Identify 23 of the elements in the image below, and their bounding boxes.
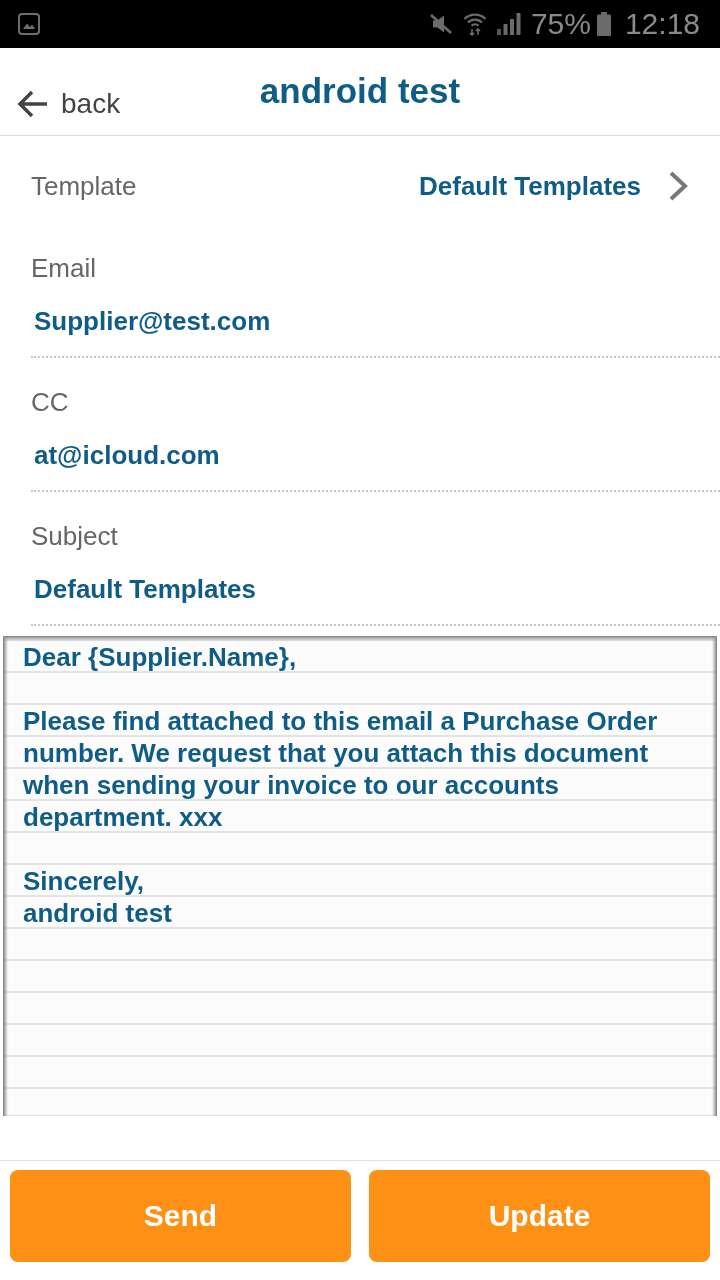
- back-arrow-icon: [16, 89, 48, 119]
- image-icon: [18, 13, 40, 35]
- template-label: Template: [31, 170, 137, 202]
- message-field[interactable]: [3, 636, 717, 1116]
- chevron-right-icon: [668, 170, 688, 202]
- message-paragraph: Please find attached to this email a Purchase Order number. We request that you attach this document when sending your invoice to our accounts department. xxx: [23, 705, 659, 833]
- signal-icon: [496, 13, 521, 35]
- muted-speaker-icon: [428, 13, 453, 35]
- wifi-icon: [462, 12, 487, 36]
- battery-icon: [596, 12, 611, 36]
- field-label: CC: [31, 386, 70, 418]
- input-field[interactable]: at@icloud.com: [31, 439, 720, 492]
- battery-percentage: 75%: [530, 7, 591, 41]
- field-label: Subject: [31, 520, 119, 552]
- back-button[interactable]: back: [16, 88, 121, 120]
- template-picker[interactable]: Default Templates: [419, 170, 688, 202]
- message-paragraph: Sincerely, android test: [23, 865, 173, 929]
- input-field[interactable]: Default Templates: [31, 573, 720, 626]
- screen-title: android test: [259, 71, 461, 111]
- field-label: Email: [31, 252, 97, 284]
- message-paragraph: Dear {Supplier.Name},: [23, 641, 298, 673]
- input-field[interactable]: Supplier@test.com: [31, 305, 720, 358]
- clock-time: 12:18: [624, 7, 700, 41]
